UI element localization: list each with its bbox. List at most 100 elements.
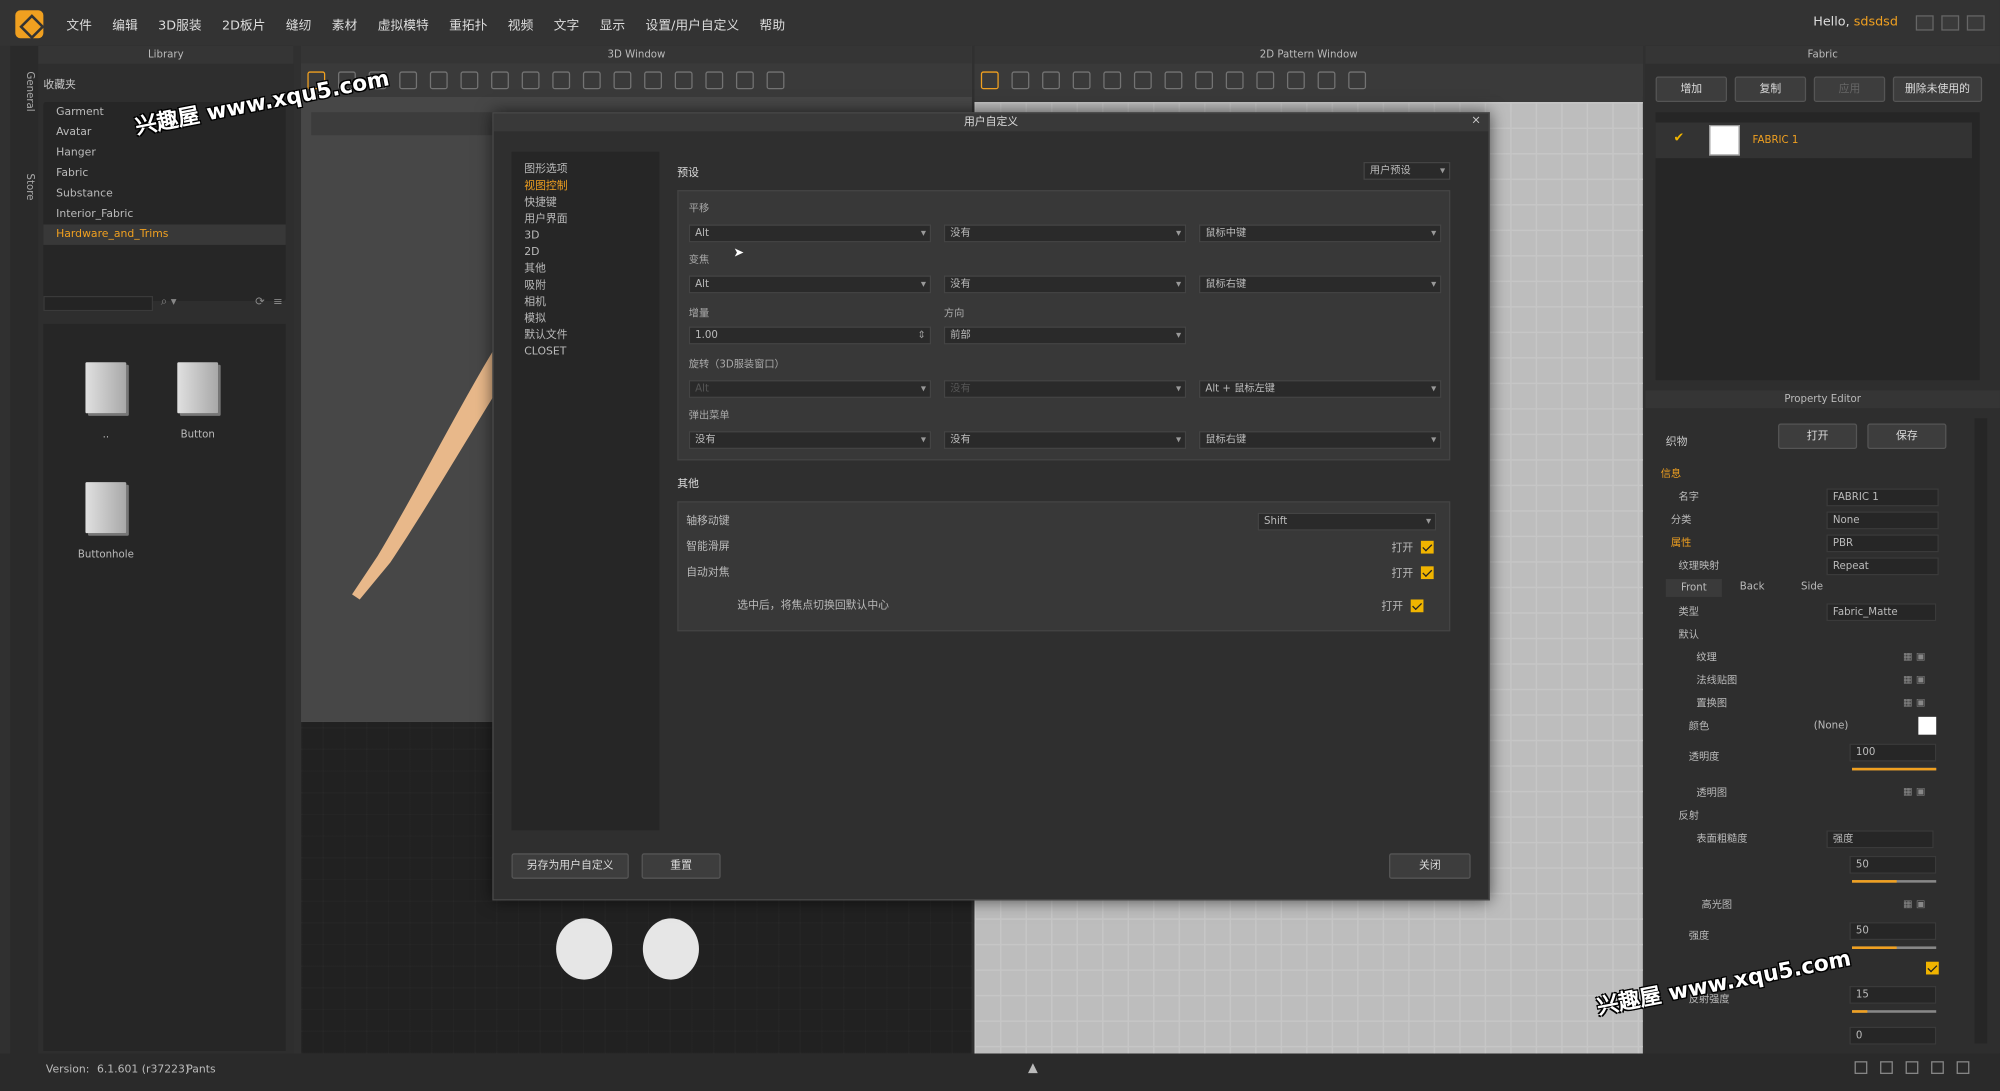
- search-icon[interactable]: ⌕ ▾: [161, 296, 177, 309]
- line-tool-icon[interactable]: [552, 71, 571, 90]
- open-button[interactable]: 打开: [1778, 423, 1858, 449]
- pleat-tool-icon[interactable]: [1286, 71, 1305, 90]
- center-focus-toggle[interactable]: 打开: [1381, 598, 1424, 614]
- last-field[interactable]: 0: [1849, 1026, 1937, 1045]
- menu-settings[interactable]: 设置/用户自定义: [646, 13, 740, 32]
- menu-avatar[interactable]: 虚拟模特: [378, 13, 429, 32]
- pin-2d-tool-icon[interactable]: [1317, 71, 1336, 90]
- minimize-icon[interactable]: [1915, 15, 1934, 31]
- nav-view-control[interactable]: 视图控制: [511, 179, 659, 196]
- transform-tool-icon[interactable]: [980, 71, 999, 90]
- nav-simulation[interactable]: 模拟: [511, 311, 659, 328]
- tab-front[interactable]: Front: [1665, 579, 1722, 597]
- nav-3d[interactable]: 3D: [511, 228, 659, 245]
- specular-row[interactable]: 高光图 ▦ ▣: [1645, 895, 1977, 915]
- menu-retopology[interactable]: 重拓扑: [449, 13, 487, 32]
- smart-scroll-toggle[interactable]: 打开: [1392, 540, 1434, 555]
- close-icon[interactable]: [1966, 15, 1985, 31]
- category-field[interactable]: None: [1826, 511, 1939, 530]
- axis-dropdown[interactable]: Shift: [1257, 512, 1437, 531]
- pose-tool-icon[interactable]: [766, 71, 785, 90]
- popup-mouse-dropdown[interactable]: 鼠标右键: [1198, 431, 1442, 449]
- stretch-tool-icon[interactable]: [460, 71, 479, 90]
- expand-up-icon[interactable]: ▲: [1028, 1061, 1038, 1075]
- texture-map-dropdown[interactable]: Repeat: [1826, 557, 1939, 576]
- autofocus-toggle[interactable]: 打开: [1392, 565, 1434, 580]
- apply-fabric-button[interactable]: 应用: [1813, 76, 1886, 103]
- arrange-tool-icon[interactable]: [582, 71, 601, 90]
- measure-tool-icon[interactable]: [491, 71, 509, 90]
- popup-key-dropdown[interactable]: 没有: [943, 431, 1187, 449]
- restore-icon[interactable]: [1941, 15, 1960, 31]
- zip-tool-icon[interactable]: [674, 71, 693, 90]
- internal-line-tool-icon[interactable]: [1103, 71, 1122, 90]
- layout-triple-icon[interactable]: [1905, 1061, 1919, 1074]
- normal-map-grid-icon[interactable]: ▦ ▣: [1903, 673, 1926, 684]
- add-fabric-button[interactable]: 增加: [1655, 76, 1728, 103]
- intensity-field[interactable]: 50: [1849, 922, 1937, 941]
- popup-modifier-dropdown[interactable]: 没有: [688, 431, 932, 449]
- library-item-interior-fabric[interactable]: Interior_Fabric: [43, 204, 285, 224]
- folder-button[interactable]: Button: [153, 362, 242, 440]
- zoom-key-dropdown[interactable]: 没有: [943, 275, 1187, 294]
- tack-tool-icon[interactable]: [429, 71, 448, 90]
- delete-unused-button[interactable]: 删除未使用的: [1892, 76, 1983, 103]
- normal-map-row[interactable]: 法线贴图 ▦ ▣: [1645, 671, 1977, 691]
- attribute-dropdown[interactable]: PBR: [1826, 534, 1939, 553]
- preset-dropdown[interactable]: 用户预设: [1363, 161, 1451, 180]
- rotate-modifier-dropdown[interactable]: Alt: [688, 380, 932, 398]
- displacement-grid-icon[interactable]: ▦ ▣: [1903, 696, 1926, 707]
- garment-tool-icon[interactable]: [1348, 71, 1367, 90]
- point-tool-icon[interactable]: [613, 71, 632, 90]
- menu-file[interactable]: 文件: [66, 13, 92, 32]
- nav-closet[interactable]: CLOSET: [511, 344, 659, 361]
- pan-key-dropdown[interactable]: 没有: [943, 224, 1187, 243]
- seam-tool-icon[interactable]: [1164, 71, 1183, 90]
- opacity-map-grid-icon[interactable]: ▦ ▣: [1903, 786, 1926, 797]
- save-as-custom-button[interactable]: 另存为用户自定义: [511, 853, 629, 879]
- nav-snap[interactable]: 吸附: [511, 278, 659, 295]
- polygon-tool-icon[interactable]: [1042, 71, 1060, 90]
- menu-3d-garment[interactable]: 3D服装: [158, 13, 201, 32]
- metal-checkbox[interactable]: [1926, 961, 1939, 977]
- menu-video[interactable]: 视频: [508, 13, 534, 32]
- opacity-map-row[interactable]: 透明图 ▦ ▣: [1645, 783, 1977, 803]
- type-dropdown[interactable]: Fabric_Matte: [1826, 603, 1937, 622]
- dialog-close-icon[interactable]: ×: [1471, 115, 1481, 128]
- increment-spinbox[interactable]: 1.00: [688, 326, 932, 345]
- direction-dropdown[interactable]: 前部: [943, 326, 1187, 345]
- nav-shortcuts[interactable]: 快捷键: [511, 195, 659, 212]
- rotate-key-dropdown[interactable]: 没有: [943, 380, 1187, 398]
- rotate-mouse-dropdown[interactable]: Alt + 鼠标左键: [1198, 380, 1442, 398]
- menu-sewing[interactable]: 缝纫: [286, 13, 312, 32]
- nav-default-files[interactable]: 默认文件: [511, 328, 659, 345]
- nav-camera[interactable]: 相机: [511, 295, 659, 312]
- refresh-icon[interactable]: ⟳: [255, 296, 265, 309]
- specular-grid-icon[interactable]: ▦ ▣: [1903, 898, 1926, 909]
- menu-edit[interactable]: 编辑: [112, 13, 138, 32]
- close-button[interactable]: 关闭: [1389, 853, 1471, 879]
- brush-tool-icon[interactable]: [735, 71, 754, 90]
- edit-point-tool-icon[interactable]: [1011, 71, 1030, 90]
- library-item-substance[interactable]: Substance: [43, 184, 285, 204]
- fold-line-tool-icon[interactable]: [1256, 71, 1275, 90]
- reflection-row[interactable]: 反射: [1645, 806, 1977, 826]
- folder-parent[interactable]: ..: [61, 362, 150, 440]
- layout-single-icon[interactable]: [1854, 1061, 1868, 1074]
- roughness-field[interactable]: 50: [1849, 855, 1937, 874]
- library-search-input[interactable]: [43, 295, 154, 312]
- library-item-fabric[interactable]: Fabric: [43, 163, 285, 183]
- texture-row[interactable]: 纹理 ▦ ▣: [1645, 648, 1977, 668]
- zoom-mouse-dropdown[interactable]: 鼠标右键: [1198, 275, 1442, 294]
- roughness-mode-dropdown[interactable]: 强度: [1826, 830, 1934, 849]
- reset-button[interactable]: 重置: [641, 853, 721, 879]
- free-sew-tool-icon[interactable]: [1225, 71, 1244, 90]
- pan-modifier-dropdown[interactable]: Alt: [688, 224, 932, 243]
- list-view-icon[interactable]: ≡: [273, 296, 283, 309]
- name-field[interactable]: FABRIC 1: [1826, 488, 1939, 507]
- fabric-item[interactable]: ✔ FABRIC 1: [1655, 122, 1972, 159]
- color-swatch[interactable]: [1918, 716, 1937, 735]
- menu-text[interactable]: 文字: [554, 13, 580, 32]
- segment-sew-tool-icon[interactable]: [1195, 71, 1214, 90]
- texture-grid-icon[interactable]: ▦ ▣: [1903, 651, 1926, 662]
